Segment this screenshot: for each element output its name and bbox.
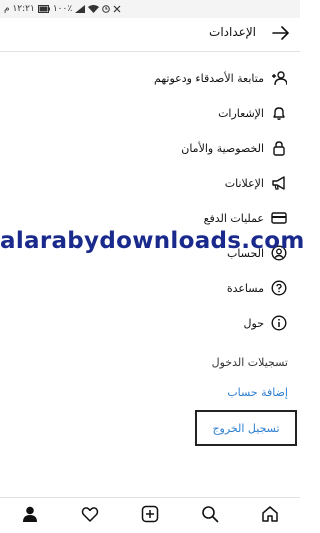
logout-link[interactable]: تسجيل الخروج <box>212 422 279 435</box>
info-circle-icon <box>270 314 288 332</box>
wifi-icon <box>88 5 100 13</box>
menu-item-label: مساعدة <box>226 281 264 295</box>
menu-item-ads[interactable]: الإعلانات <box>225 169 288 197</box>
lock-icon <box>270 139 288 157</box>
tab-activity[interactable] <box>74 500 106 532</box>
menu-item-label: حول <box>243 316 264 330</box>
search-icon <box>201 505 219 527</box>
profile-icon <box>21 505 39 527</box>
plus-square-icon <box>141 505 159 527</box>
menu-item-privacy-security[interactable]: الخصوصية والأمان <box>181 134 288 162</box>
battery-percent: ١٠٠٪ <box>52 4 73 14</box>
help-circle-icon <box>270 279 288 297</box>
alarm-icon <box>102 5 110 13</box>
menu-item-about[interactable]: حول <box>244 309 288 337</box>
menu-item-label: عمليات الدفع <box>203 211 264 225</box>
page-title: الإعدادات <box>209 25 256 39</box>
home-icon <box>261 505 279 527</box>
signal-icon <box>75 5 86 13</box>
tab-home[interactable] <box>254 500 286 532</box>
logins-section-title: تسجيلات الدخول <box>211 356 288 369</box>
credit-card-icon <box>270 209 288 227</box>
add-person-icon <box>270 69 288 87</box>
menu-item-help[interactable]: مساعدة <box>227 274 288 302</box>
menu-item-notifications[interactable]: الإشعارات <box>218 99 288 127</box>
menu-item-label: الإعلانات <box>224 176 264 190</box>
time-text: ١٢:٢١ م <box>4 4 35 14</box>
megaphone-icon <box>270 174 288 192</box>
menu-item-label: الخصوصية والأمان <box>181 141 264 155</box>
tab-search[interactable] <box>194 500 226 532</box>
tab-profile[interactable] <box>14 500 46 532</box>
menu-item-follow-invite[interactable]: متابعة الأصدقاء ودعوتهم <box>154 64 288 92</box>
bottom-tab-bar <box>0 497 300 533</box>
battery-icon <box>37 5 50 13</box>
arrow-right-icon <box>272 25 290 44</box>
status-bar: ١٢:٢١ م ١٠٠٪ <box>0 0 300 18</box>
heart-icon <box>81 505 99 527</box>
tab-new-post[interactable] <box>134 500 166 532</box>
menu-item-label: الإشعارات <box>218 106 264 120</box>
menu-item-label: متابعة الأصدقاء ودعوتهم <box>154 71 264 85</box>
watermark-text: alarabydownloads.com <box>0 228 305 254</box>
add-account-link[interactable]: إضافة حساب <box>227 386 288 399</box>
mute-icon <box>113 5 121 13</box>
settings-header: الإعدادات <box>0 18 300 52</box>
back-button[interactable] <box>270 23 292 45</box>
bell-icon <box>270 104 288 122</box>
logout-highlight-box: تسجيل الخروج <box>195 410 297 446</box>
